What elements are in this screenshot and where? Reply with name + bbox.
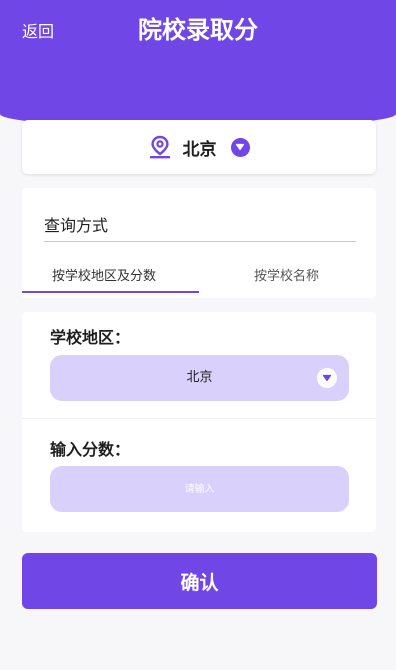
- query-mode-card: 查询方式 按学校地区及分数 按学校名称: [22, 188, 376, 298]
- header-bar: 返回 院校录取分: [0, 0, 396, 128]
- confirm-button[interactable]: 确认: [22, 553, 377, 609]
- page-title: 院校录取分: [138, 16, 258, 44]
- location-city: 北京: [182, 139, 217, 160]
- score-label: 输入分数：: [50, 440, 131, 459]
- location-selector[interactable]: 北京: [22, 120, 376, 174]
- search-form-card: 学校地区： 北京 输入分数：: [22, 312, 376, 532]
- chevron-down-icon[interactable]: [230, 137, 250, 157]
- region-label: 学校地区：: [50, 328, 131, 347]
- region-select-value: 北京: [186, 370, 213, 385]
- score-input[interactable]: [50, 466, 349, 512]
- form-divider: [22, 418, 376, 419]
- tab-by-school-name[interactable]: 按学校名称: [254, 268, 319, 286]
- map-pin-icon: [149, 135, 171, 159]
- query-divider: [44, 241, 356, 242]
- active-tab-indicator: [22, 291, 199, 293]
- tab-by-region-score[interactable]: 按学校地区及分数: [52, 268, 156, 286]
- region-select[interactable]: 北京: [50, 355, 349, 401]
- chevron-down-icon: [317, 368, 337, 388]
- query-mode-title: 查询方式: [44, 216, 109, 235]
